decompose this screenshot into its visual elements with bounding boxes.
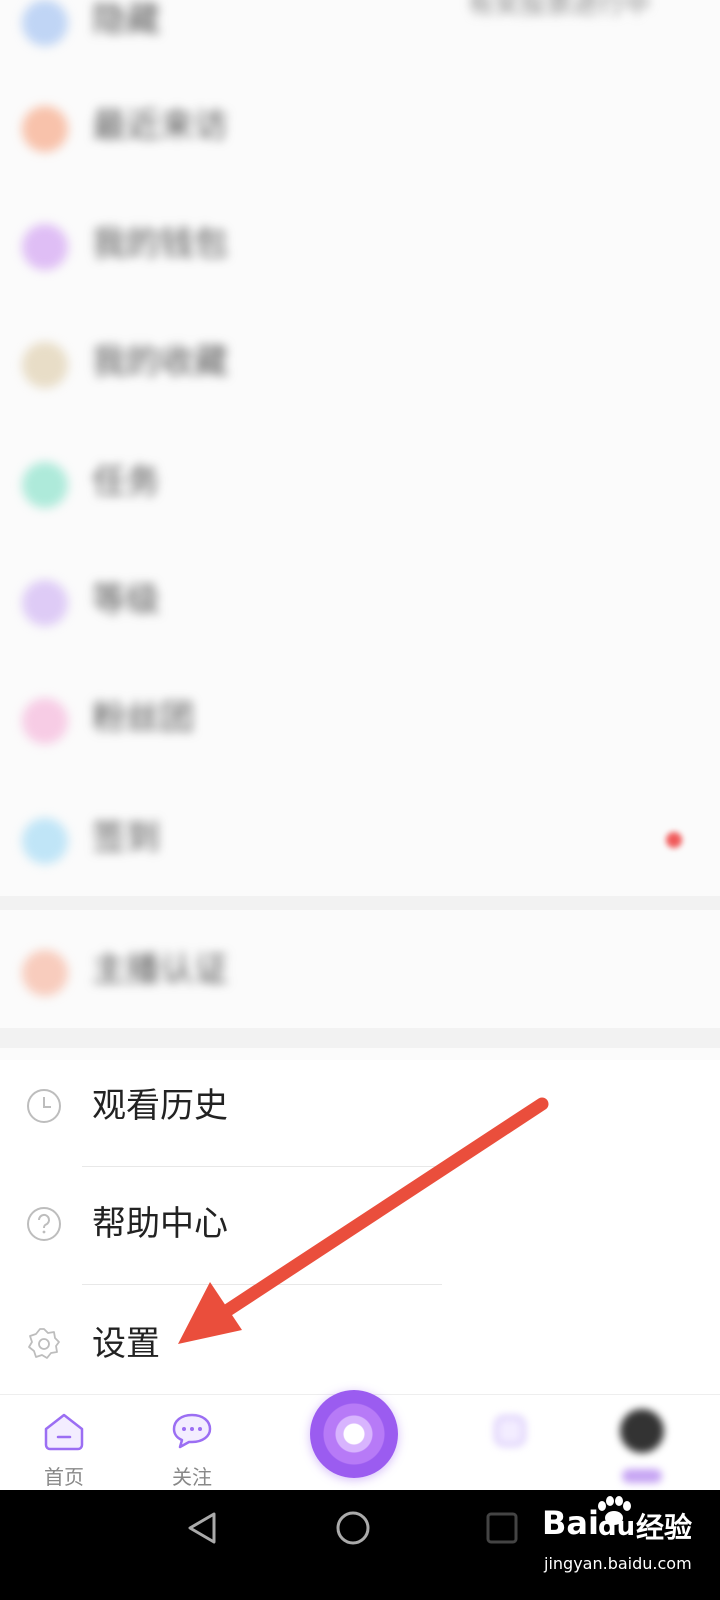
blurred-row-label: 等级 [92, 580, 160, 620]
blurred-row-label: 主播认证 [92, 950, 228, 990]
tab-messages[interactable] [460, 1395, 560, 1491]
blurred-menu-row[interactable]: 我的收藏 [0, 304, 720, 424]
watermark-brand-du: du [598, 1512, 636, 1542]
tab-profile[interactable] [592, 1395, 692, 1491]
blurred-menu-row[interactable]: 任务 [0, 424, 720, 544]
blurred-menu-row[interactable]: 主播认证 [0, 912, 720, 1032]
avatar [620, 1409, 664, 1453]
baidu-jingyan-watermark: Bai du 经验 jingyan.baidu.com [542, 1496, 712, 1590]
watermark-url: jingyan.baidu.com [544, 1554, 692, 1573]
blurred-row-icon [22, 950, 68, 996]
menu-item-help[interactable]: 帮助中心 [0, 1168, 720, 1286]
tab-follow-label: 关注 [172, 1465, 212, 1489]
menu-item-label: 观看历史 [92, 1086, 228, 1126]
blurred-row-label: 任务 [92, 462, 160, 502]
blurred-row-label: 我的钱包 [92, 224, 228, 264]
blurred-row-right-text: 有奖投票进行中 [467, 0, 650, 20]
home-icon [44, 1413, 84, 1451]
section-separator [0, 1028, 720, 1048]
blurred-row-icon [22, 580, 68, 626]
watermark-suffix: 经验 [636, 1511, 693, 1544]
live-center-button[interactable] [310, 1390, 398, 1478]
blurred-menu-row[interactable]: 最近来访 [0, 68, 720, 188]
back-nav-icon[interactable] [182, 1508, 222, 1548]
blurred-row-label: 签到 [92, 818, 160, 858]
home-nav-icon[interactable] [333, 1508, 373, 1548]
blurred-row-label: 我的收藏 [92, 342, 228, 382]
menu-divider [82, 1284, 442, 1285]
menu-item-label: 帮助中心 [92, 1204, 228, 1244]
menu-item-label: 设置 [92, 1324, 160, 1364]
blurred-row-icon [22, 698, 68, 744]
blurred-row-label: 粉丝团 [92, 698, 194, 738]
help-icon [27, 1207, 61, 1241]
clock-icon [27, 1089, 61, 1123]
blurred-row-icon [22, 818, 68, 864]
tab-home-label: 首页 [44, 1465, 84, 1489]
blurred-row-icon [22, 462, 68, 508]
chat-bubble-icon [172, 1413, 212, 1449]
watermark-brand: Bai [542, 1504, 599, 1542]
tab-follow[interactable]: 关注 [142, 1395, 242, 1491]
blurred-row-icon [22, 224, 68, 270]
tab-home[interactable]: 首页 [14, 1395, 114, 1491]
blurred-row-icon [22, 0, 68, 46]
blurred-row-label: 最近来访 [92, 106, 228, 146]
gear-icon [28, 1328, 60, 1359]
recents-nav-icon[interactable] [482, 1508, 522, 1548]
blurred-row-icon [22, 106, 68, 152]
profile-tab-indicator [622, 1469, 662, 1483]
blurred-row-icon [22, 342, 68, 388]
blurred-row-label: 隐藏 [92, 0, 160, 40]
menu-item-settings[interactable]: 设置 [0, 1288, 720, 1406]
blurred-menu-row[interactable]: 签到 [0, 780, 720, 900]
notification-dot [666, 832, 682, 848]
blurred-menu-row[interactable]: 我的钱包 [0, 186, 720, 306]
blurred-menu-row[interactable]: 等级 [0, 542, 720, 662]
message-icon [494, 1415, 526, 1447]
menu-divider [82, 1166, 442, 1167]
section-separator [0, 896, 720, 910]
menu-item-history[interactable]: 观看历史 [0, 1050, 720, 1168]
blurred-menu-row[interactable]: 粉丝团 [0, 660, 720, 780]
